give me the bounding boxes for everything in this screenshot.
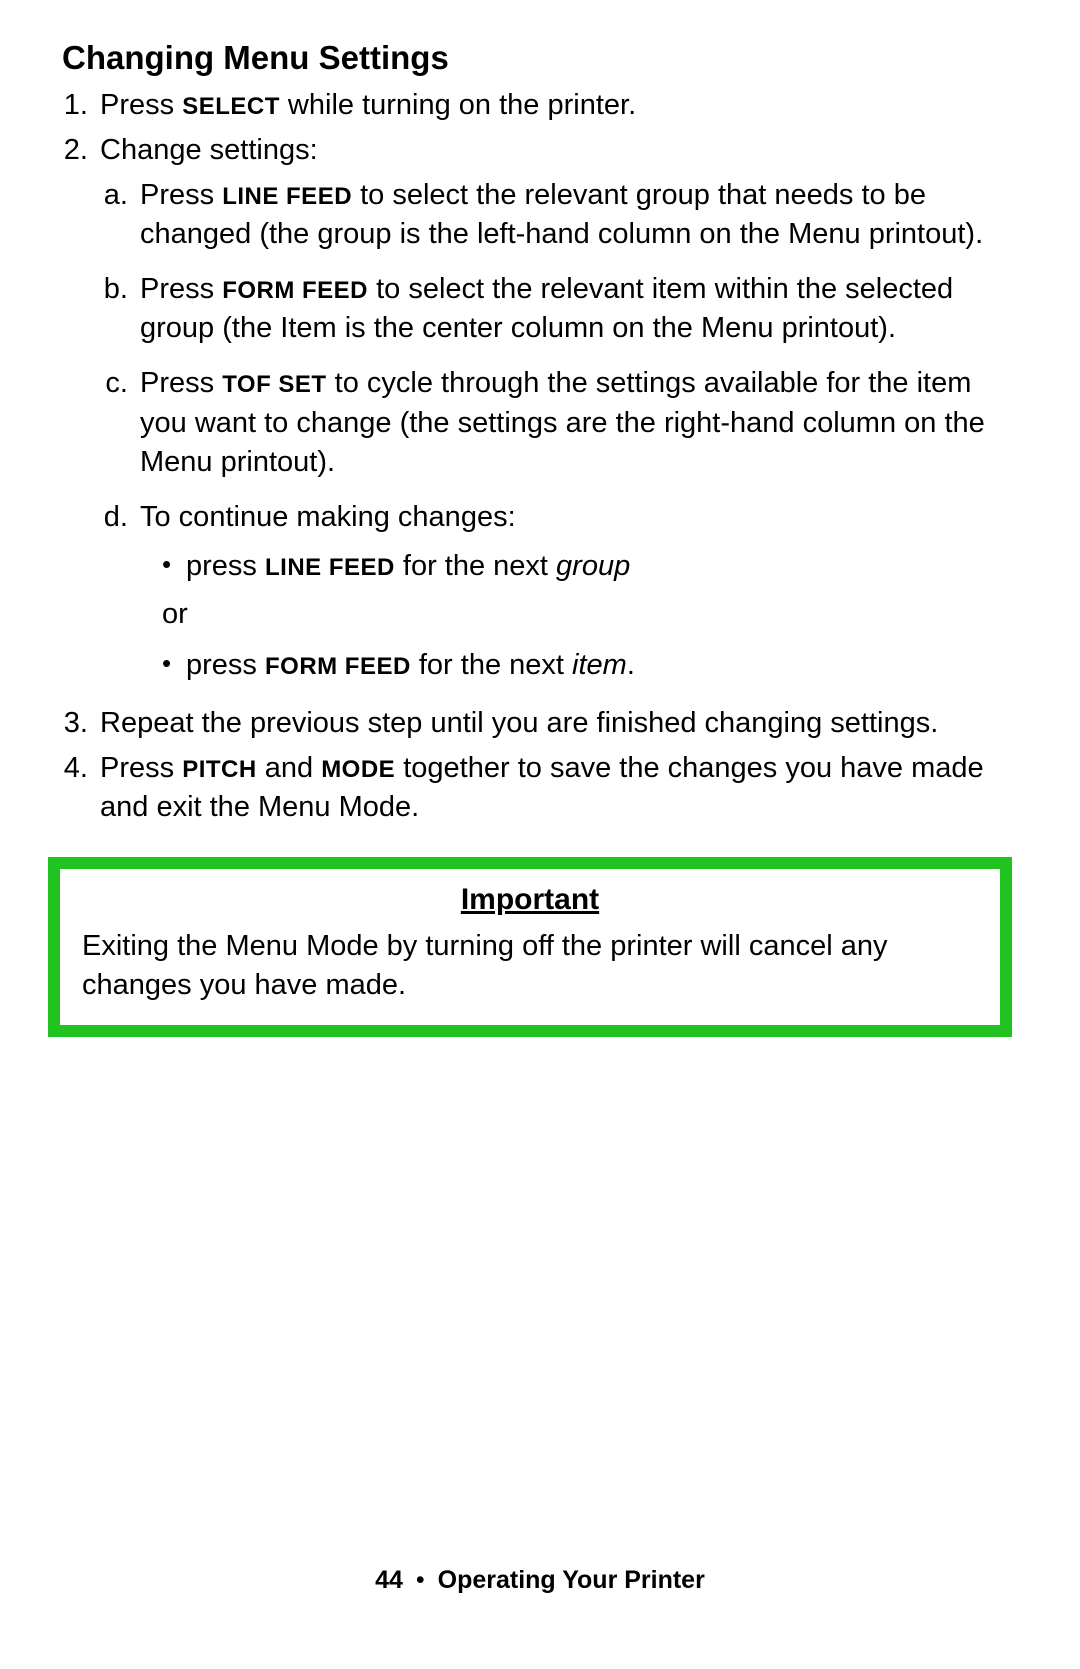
step-3: Repeat the previous step until you are f… bbox=[96, 704, 1025, 743]
page-number: 44 bbox=[375, 1566, 403, 1594]
step-2b-pre: Press bbox=[140, 273, 222, 305]
step-2d: To continue making changes: press LINE F… bbox=[136, 498, 1025, 688]
step-2d-text: To continue making changes: bbox=[140, 501, 516, 533]
continue-bullets-2: press FORM FEED for the next item. bbox=[140, 644, 1025, 688]
step-4-pre: Press bbox=[100, 752, 182, 784]
note-title: Important bbox=[82, 883, 978, 917]
step-2a-pre: Press bbox=[140, 179, 222, 211]
step-2a: Press LINE FEED to select the relevant g… bbox=[136, 176, 1025, 254]
step-2: Change settings: Press LINE FEED to sele… bbox=[96, 131, 1025, 688]
step-2-text: Change settings: bbox=[100, 134, 318, 166]
page-footer: 44 • Operating Your Printer bbox=[0, 1566, 1080, 1595]
step-2c-pre: Press bbox=[140, 367, 222, 399]
b2-ital: item bbox=[572, 649, 627, 681]
key-form-feed-2: FORM FEED bbox=[265, 653, 411, 680]
step-2b: Press FORM FEED to select the relevant i… bbox=[136, 270, 1025, 348]
b2-mid: for the next bbox=[411, 649, 572, 681]
key-pitch: PITCH bbox=[182, 756, 257, 783]
key-tof-set: TOF SET bbox=[222, 371, 326, 398]
key-line-feed-2: LINE FEED bbox=[265, 554, 395, 581]
key-line-feed: LINE FEED bbox=[222, 183, 352, 210]
key-select: SELECT bbox=[182, 93, 280, 120]
b1-pre: press bbox=[186, 550, 265, 582]
b2-suffix: . bbox=[627, 649, 635, 681]
note-body: Exiting the Menu Mode by turning off the… bbox=[82, 927, 978, 1005]
step-3-text: Repeat the previous step until you are f… bbox=[100, 707, 938, 739]
step-4-mid: and bbox=[257, 752, 322, 784]
bullet-next-group: press LINE FEED for the next group bbox=[162, 545, 1025, 589]
footer-separator: • bbox=[416, 1566, 425, 1594]
b2-pre: press bbox=[186, 649, 265, 681]
important-note-box: Important Exiting the Menu Mode by turni… bbox=[48, 857, 1012, 1037]
chapter-title: Operating Your Printer bbox=[438, 1566, 705, 1594]
continue-bullets: press LINE FEED for the next group bbox=[140, 545, 1025, 589]
bullet-next-item: press FORM FEED for the next item. bbox=[162, 644, 1025, 688]
step-1-pre: Press bbox=[100, 89, 182, 121]
steps-list: Press SELECT while turning on the printe… bbox=[62, 86, 1025, 827]
key-mode: MODE bbox=[321, 756, 395, 783]
b1-ital: group bbox=[556, 550, 630, 582]
step-2c: Press TOF SET to cycle through the setti… bbox=[136, 364, 1025, 481]
substeps-list: Press LINE FEED to select the relevant g… bbox=[100, 176, 1025, 688]
step-1-post: while turning on the printer. bbox=[280, 89, 636, 121]
document-page: Changing Menu Settings Press SELECT whil… bbox=[0, 0, 1080, 1669]
key-form-feed: FORM FEED bbox=[222, 277, 368, 304]
section-heading: Changing Menu Settings bbox=[62, 38, 1025, 78]
or-separator: or bbox=[162, 593, 1025, 637]
step-4: Press PITCH and MODE together to save th… bbox=[96, 749, 1025, 827]
b1-mid: for the next bbox=[395, 550, 556, 582]
step-1: Press SELECT while turning on the printe… bbox=[96, 86, 1025, 125]
